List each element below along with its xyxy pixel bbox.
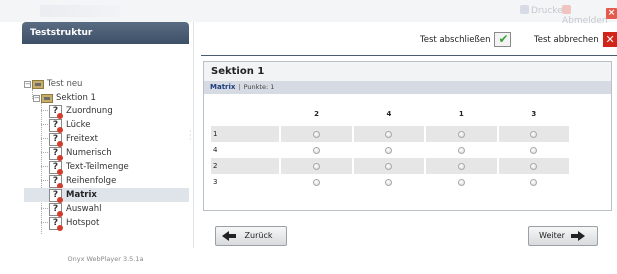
finish-test-button[interactable]: Test abschließen [420,32,512,47]
matrix-col-header: 2 [314,110,320,118]
section-box: Sektion 1 Matrix | Punkte: 1 2 4 1 3 1 4 2 [203,61,612,211]
arrow-left-icon [222,230,229,241]
matrix-table: 2 4 1 3 1 4 2 3 [209,106,571,190]
question-icon: ? [49,202,63,217]
back-button[interactable]: Zurück [215,226,287,246]
tree-item-text-teilmenge[interactable]: ? Text-Teilmenge [49,160,129,175]
matrix-col-header: 3 [531,110,537,118]
question-meta: Matrix | Punkte: 1 [204,81,611,94]
matrix-radio[interactable] [385,130,393,138]
top-logo-placeholder [40,5,120,17]
matrix-radio[interactable] [313,178,321,186]
matrix-row: 2 [211,158,569,174]
matrix-row: 4 [211,142,569,158]
question-icon: ? [49,160,63,175]
matrix-radio[interactable] [385,162,393,170]
folder-icon [32,79,44,89]
matrix-row-label: 4 [213,146,218,154]
matrix-row: 1 [211,126,569,142]
matrix-row-label: 3 [213,178,218,186]
matrix-col-header: 1 [458,110,464,118]
structure-panel: Teststruktur − Test neu − Sektion 1 ? Zuord… [22,22,189,274]
test-header: Test abschließen Test abbrechen✕ [201,22,617,56]
close-icon: ✕ [602,32,617,47]
tree-item-luecke[interactable]: ? Lücke [49,118,91,133]
cancel-test-button[interactable]: Test abbrechen ✕ [534,32,617,47]
close-window-icon[interactable]: × [606,8,617,19]
top-bar: Drucken Abmelden × [0,0,617,26]
tree-item-hotspot[interactable]: ? Hotspot [49,216,99,231]
question-points: Punkte: 1 [243,83,275,91]
printer-icon [520,5,529,14]
matrix-row-label: 2 [211,158,280,174]
tree-item-zuordnung[interactable]: ? Zuordnung [49,104,113,119]
check-icon [494,32,512,47]
matrix-radio[interactable] [313,146,321,154]
question-icon: ? [49,174,63,189]
matrix-radio[interactable] [530,178,538,186]
tree-root[interactable]: − Test neu [24,77,82,91]
matrix-radio[interactable] [385,178,393,186]
tree-item-matrix[interactable]: ? Matrix [24,188,189,203]
matrix-header-row: 2 4 1 3 [211,106,569,122]
matrix-col-header: 4 [386,110,392,118]
question-icon: ? [49,104,63,119]
tree-item-auswahl[interactable]: ? Auswahl [49,202,102,217]
collapse-icon[interactable]: − [33,94,40,102]
question-icon: ? [49,118,63,133]
matrix-radio[interactable] [457,162,465,170]
section-title: Sektion 1 [204,62,611,81]
tree-item-numerisch[interactable]: ? Numerisch [49,146,112,161]
tree-section[interactable]: − Sektion 1 [33,91,96,105]
navigation-bar: Zurück Weiter [203,226,612,248]
matrix-radio[interactable] [385,146,393,154]
tree-item-freitext[interactable]: ? Freitext [49,132,98,147]
next-button[interactable]: Weiter [528,226,598,246]
matrix-row: 3 [211,174,569,190]
structure-panel-header: Teststruktur [22,22,189,44]
logout-icon [562,5,571,14]
version-label: Onyx WebPlayer 3.5.1a [67,255,144,263]
question-icon: ? [49,146,63,161]
tree-item-reihenfolge[interactable]: ? Reihenfolge [49,174,116,189]
question-icon: ? [49,132,63,147]
matrix-radio[interactable] [530,146,538,154]
question-icon: ? [49,188,63,203]
question-icon: ? [49,216,63,231]
matrix-radio[interactable] [530,130,538,138]
matrix-radio[interactable] [313,162,321,170]
matrix-radio[interactable] [457,178,465,186]
matrix-radio[interactable] [313,130,321,138]
folder-icon [41,93,53,103]
matrix-radio[interactable] [530,162,538,170]
matrix-radio[interactable] [457,130,465,138]
matrix-radio[interactable] [457,146,465,154]
question-type: Matrix [210,83,236,91]
collapse-icon[interactable]: − [24,80,31,88]
arrow-right-icon [578,230,586,241]
splitter-grip-icon[interactable]: · · · [189,128,192,144]
matrix-row-label: 1 [211,126,280,142]
panel-splitter[interactable] [193,22,194,248]
